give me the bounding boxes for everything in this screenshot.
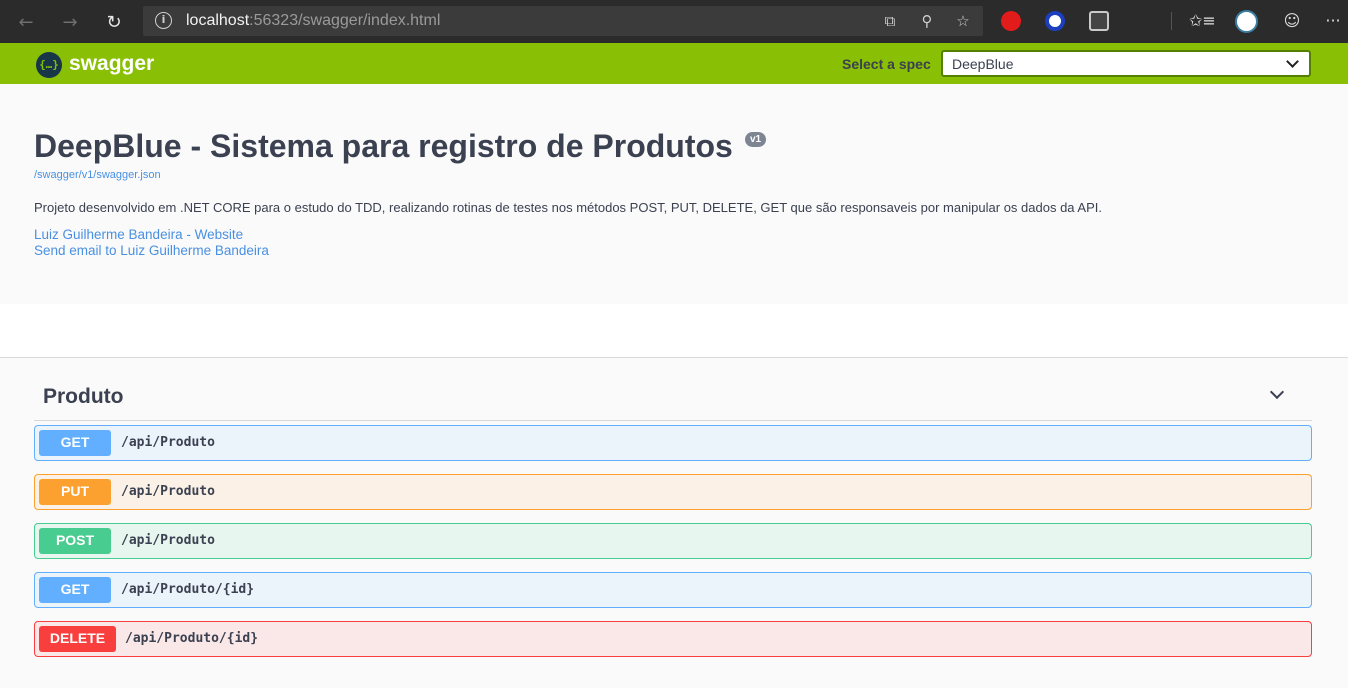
url-text[interactable]: localhost:56323/swagger/index.html (186, 12, 440, 30)
spec-select-value: DeepBlue (952, 56, 1014, 72)
back-icon[interactable]: ← (13, 9, 39, 35)
schemes-wrapper (0, 304, 1348, 358)
select-spec-label: Select a spec (842, 56, 931, 72)
address-bar[interactable]: i localhost:56323/swagger/index.html ⧉ ⚲… (143, 6, 983, 36)
swagger-topbar: {…} swagger Select a spec DeepBlue (0, 43, 1348, 84)
operation-delete-produto-by-id[interactable]: DELETE /api/Produto/{id} (34, 621, 1312, 657)
operation-path: /api/Produto/{id} (121, 582, 255, 597)
swagger-logo-text[interactable]: swagger (69, 52, 154, 76)
browser-toolbar: ← → ↻ i localhost:56323/swagger/index.ht… (0, 0, 1348, 43)
favorite-star-icon[interactable]: ☆ (953, 11, 973, 31)
method-badge: GET (39, 577, 111, 603)
favorites-list-icon[interactable]: ✩≡ (1189, 10, 1216, 32)
method-badge: POST (39, 528, 111, 554)
website-link[interactable]: Luiz Guilherme Bandeira - Website (34, 227, 243, 242)
operation-path: /api/Produto/{id} (125, 631, 259, 646)
react-devtools-extension-icon[interactable] (1089, 11, 1109, 31)
operation-post-produto[interactable]: POST /api/Produto (34, 523, 1312, 559)
version-badge: v1 (745, 132, 767, 147)
operation-path: /api/Produto (121, 435, 215, 450)
method-badge: DELETE (39, 626, 116, 652)
feedback-smiley-icon[interactable]: ☺ (1281, 10, 1303, 32)
operation-path: /api/Produto (121, 533, 215, 548)
url-path: :56323/swagger/index.html (249, 12, 441, 29)
zoom-icon[interactable]: ⚲ (917, 11, 937, 31)
operation-get-produto[interactable]: GET /api/Produto (34, 425, 1312, 461)
site-info-icon[interactable]: i (155, 12, 172, 29)
method-badge: PUT (39, 479, 111, 505)
reload-icon[interactable]: ↻ (101, 9, 127, 35)
chevron-down-icon[interactable] (1269, 384, 1285, 400)
api-info: DeepBlue - Sistema para registro de Prod… (0, 84, 1348, 304)
chevron-down-icon (1286, 55, 1299, 68)
forward-icon[interactable]: → (57, 9, 83, 35)
more-options-icon[interactable]: ··· (1322, 10, 1344, 32)
tag-section-header[interactable]: Produto (34, 372, 1312, 421)
spec-json-link[interactable]: /swagger/v1/swagger.json (34, 169, 161, 181)
api-description: Projeto desenvolvido em .NET CORE para o… (34, 200, 1102, 215)
read-aloud-icon[interactable]: ⧉ (880, 11, 900, 31)
operation-path: /api/Produto (121, 484, 215, 499)
method-badge: GET (39, 430, 111, 456)
divider (0, 357, 1348, 358)
operation-get-produto-by-id[interactable]: GET /api/Produto/{id} (34, 572, 1312, 608)
profile-avatar[interactable] (1235, 10, 1258, 33)
swagger-logo-icon[interactable]: {…} (36, 52, 62, 78)
operation-put-produto[interactable]: PUT /api/Produto (34, 474, 1312, 510)
tag-title: Produto (43, 385, 124, 408)
download-extension-icon[interactable] (1045, 11, 1065, 31)
api-title: DeepBlue - Sistema para registro de Prod… (34, 128, 733, 164)
toolbar-divider (1171, 12, 1172, 30)
spec-select[interactable]: DeepBlue (941, 50, 1311, 77)
adblock-extension-icon[interactable] (1001, 11, 1021, 31)
email-link[interactable]: Send email to Luiz Guilherme Bandeira (34, 243, 269, 258)
url-host: localhost (186, 12, 250, 29)
